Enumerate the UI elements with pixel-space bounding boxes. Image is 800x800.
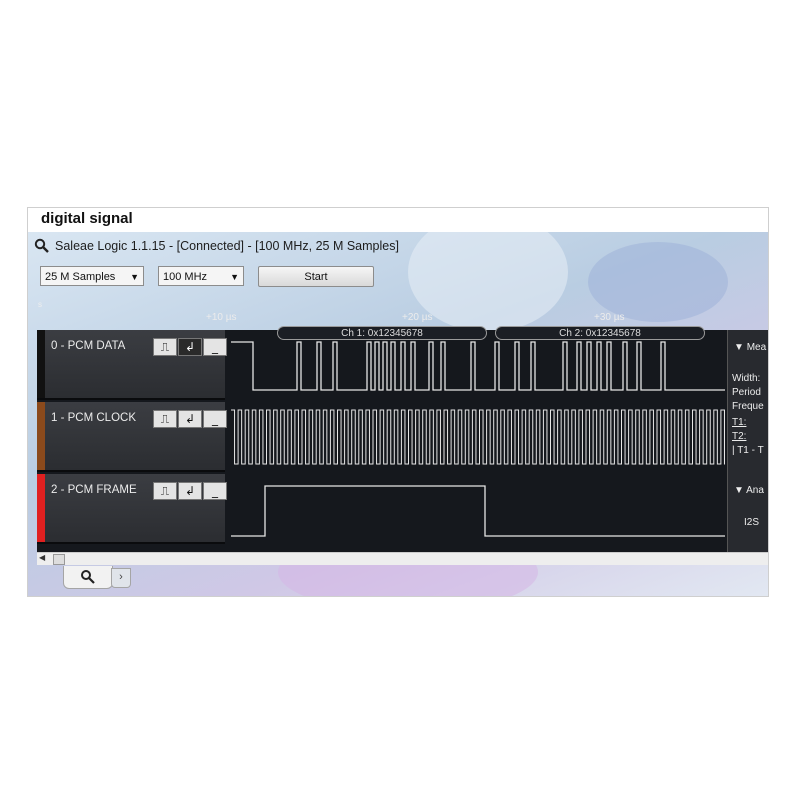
bus-label-ch1[interactable]: Ch 1: 0x12345678 xyxy=(277,326,487,340)
horizontal-scrollbar[interactable]: ◀ xyxy=(37,552,768,565)
trigger-buttons: ⎍ ↲ _ xyxy=(153,482,227,500)
falling-edge-icon[interactable]: ↲ xyxy=(178,410,202,428)
rising-edge-icon[interactable]: ⎍ xyxy=(153,482,177,500)
falling-edge-icon[interactable]: ↲ xyxy=(178,338,202,356)
search-icon xyxy=(81,570,95,584)
scroll-thumb[interactable] xyxy=(53,554,65,565)
title-bar: Saleae Logic 1.1.15 - [Connected] - [100… xyxy=(28,236,768,256)
measure-frequency: Freque xyxy=(732,401,764,412)
channel-color-stripe xyxy=(37,474,45,542)
channel-label: 0 - PCM DATA xyxy=(51,340,126,352)
screenshot-frame: digital signal Saleae Logic 1.1.15 - [Co… xyxy=(27,207,769,597)
analyzers-header[interactable]: ▼ Ana xyxy=(734,485,764,496)
tick-label: +30 µs xyxy=(594,312,625,323)
chevron-down-icon: ▼ xyxy=(130,272,139,282)
pcm-clock-waveform xyxy=(231,409,725,465)
low-level-icon[interactable]: _ xyxy=(203,410,227,428)
rate-value: 100 MHz xyxy=(163,271,208,283)
toolbar: 25 M Samples ▼ 100 MHz ▼ Start xyxy=(40,266,760,288)
rising-edge-icon[interactable]: ⎍ xyxy=(153,410,177,428)
measure-t1: T1: xyxy=(732,417,747,428)
low-level-icon[interactable]: _ xyxy=(203,338,227,356)
start-button[interactable]: Start xyxy=(258,266,374,287)
samples-dropdown[interactable]: 25 M Samples ▼ xyxy=(40,266,144,286)
channel-label: 2 - PCM FRAME xyxy=(51,484,137,496)
tick-label: +20 µs xyxy=(402,312,433,323)
waveforms xyxy=(231,341,725,537)
channel-label: 1 - PCM CLOCK xyxy=(51,412,136,424)
pcm-data-waveform xyxy=(231,341,725,391)
bus-label-ch2[interactable]: Ch 2: 0x12345678 xyxy=(495,326,705,340)
waveform-area[interactable]: 0 - PCM DATA ⎍ ↲ _ 1 - PCM CLOCK ⎍ ↲ _ 2… xyxy=(37,326,768,552)
channel-color-stripe xyxy=(37,402,45,470)
rising-edge-icon[interactable]: ⎍ xyxy=(153,338,177,356)
logic-window: Saleae Logic 1.1.15 - [Connected] - [100… xyxy=(28,232,768,596)
measure-t2: T2: xyxy=(732,431,747,442)
channel-2-header[interactable]: 2 - PCM FRAME ⎍ ↲ _ xyxy=(37,474,227,544)
measure-period: Period xyxy=(732,387,761,398)
channel-1-header[interactable]: 1 - PCM CLOCK ⎍ ↲ _ xyxy=(37,402,227,472)
trigger-buttons: ⎍ ↲ _ xyxy=(153,410,227,428)
channel-color-stripe xyxy=(37,330,45,398)
falling-edge-icon[interactable]: ↲ xyxy=(178,482,202,500)
trigger-buttons: ⎍ ↲ _ xyxy=(153,338,227,356)
scroll-left-icon[interactable]: ◀ xyxy=(39,553,45,562)
magnifier-logo-icon xyxy=(34,238,49,253)
window-title: Saleae Logic 1.1.15 - [Connected] - [100… xyxy=(55,239,399,253)
measure-t1-t2: | T1 - T xyxy=(732,445,764,456)
rate-dropdown[interactable]: 100 MHz ▼ xyxy=(158,266,244,286)
tick-label: +10 µs xyxy=(206,312,237,323)
measurements-header[interactable]: ▼ Mea xyxy=(734,342,766,353)
side-panel: ▼ Mea Width: Period Freque T1: T2: | T1 … xyxy=(727,330,768,552)
samples-value: 25 M Samples xyxy=(45,271,116,283)
chevron-down-icon: ▼ xyxy=(230,272,239,282)
analyzer-i2s[interactable]: I2S xyxy=(744,516,759,530)
channel-0-header[interactable]: 0 - PCM DATA ⎍ ↲ _ xyxy=(37,330,227,400)
time-unit: s xyxy=(38,300,42,309)
pcm-frame-waveform xyxy=(231,485,725,537)
measure-width: Width: xyxy=(732,373,761,384)
low-level-icon[interactable]: _ xyxy=(203,482,227,500)
caption: digital signal xyxy=(41,210,133,227)
tab-search[interactable] xyxy=(63,566,113,589)
chevron-right-icon[interactable]: › xyxy=(111,568,131,588)
